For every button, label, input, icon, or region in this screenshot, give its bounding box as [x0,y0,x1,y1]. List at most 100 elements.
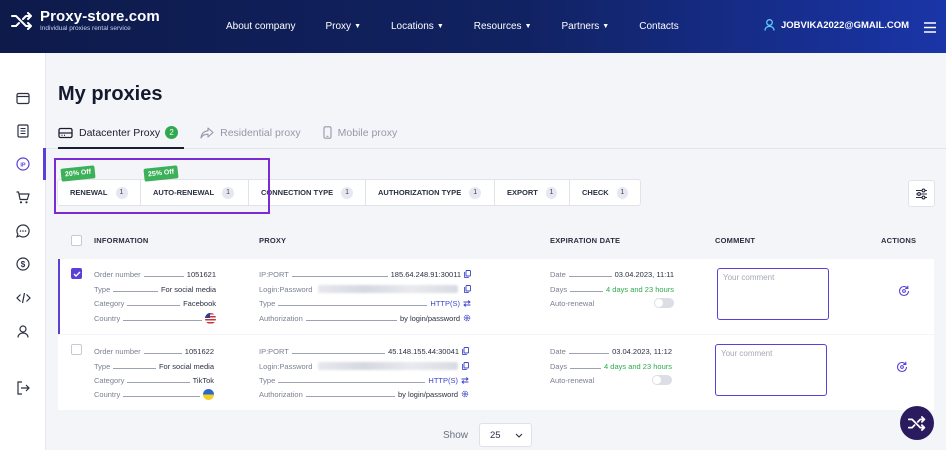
chevron-down-icon [515,433,523,438]
code-icon[interactable] [15,290,31,306]
header-comment: COMMENT [715,236,756,245]
logout-icon[interactable] [15,380,31,396]
copy-icon[interactable] [462,362,469,370]
svg-text:IP: IP [20,162,26,168]
chat-icon[interactable] [15,223,31,239]
authorization-field: Authorization by login/password [259,313,471,323]
copy-icon[interactable] [462,347,469,355]
row-checkbox[interactable] [71,344,82,355]
check-button[interactable]: CHECK 1 [570,180,640,205]
ip-port-field: IP:PORT 185.64.248.91:30011 [259,269,471,279]
export-button[interactable]: EXPORT 1 [495,180,570,205]
shuffle-icon [908,415,926,431]
chevron-down-icon: ▼ [354,23,361,30]
authorization-type-button[interactable]: AUTHORIZATION TYPE 1 [366,180,495,205]
refresh-settings-icon[interactable] [898,285,910,297]
sliders-icon [916,188,927,199]
authorization-field: Authorization by login/password [259,389,469,399]
tab-datacenter-proxy[interactable]: Datacenter Proxy 2 [58,126,179,139]
header-actions: ACTIONS [881,236,917,245]
proxy-type-field: Type HTTP(S) [259,375,469,385]
logo[interactable]: Proxy-store.com Individual proxies renta… [10,9,160,33]
page-size-label: Show [443,430,469,441]
nav-contacts[interactable]: Contacts [639,21,678,32]
wallet-icon[interactable] [15,90,31,106]
nav-partners[interactable]: Partners ▼ [562,21,610,32]
expiration-date-field: Date 03.04.2023, 11:11 [550,269,674,279]
user-account[interactable]: JOBVIKA2022@GMAIL.COM [764,19,909,31]
cart-icon[interactable] [15,189,31,205]
top-header: Proxy-store.com Individual proxies renta… [0,0,946,53]
proxy-tabs: Datacenter Proxy 2 Residential proxy Mob… [58,126,419,139]
shuffle-chat-button[interactable] [900,406,934,440]
user-icon[interactable] [15,323,31,339]
masked-credentials [318,285,459,293]
row-checkbox[interactable] [71,268,82,279]
us-flag-icon [205,312,216,324]
header-expiration-date: EXPIRATION DATE [550,236,621,245]
shuffle-logo-icon [10,9,34,33]
chevron-down-icon: ▼ [602,23,610,30]
count-badge: 1 [616,186,628,199]
table-row: Order number 1051622 Type For social media… [58,335,934,410]
tab-label: Mobile proxy [337,126,398,139]
nav-proxy[interactable]: Proxy ▼ [326,21,362,32]
ip-icon[interactable]: IP [15,156,31,172]
country-field: Country [94,312,216,324]
page-size-select[interactable]: 25 [479,423,532,447]
tab-label: Datacenter Proxy [79,126,161,139]
auto-renewal-toggle[interactable] [652,375,672,385]
check-icon [73,271,80,277]
type-field: Type For social media [94,284,216,294]
tab-label: Residential proxy [220,126,301,139]
header-proxy: PROXY [259,236,287,245]
user-email: JOBVIKA2022@GMAIL.COM [781,19,910,31]
phone-icon [323,126,332,139]
menu-icon[interactable] [924,20,936,38]
sidebar-active-indicator [43,148,46,180]
nav-resources[interactable]: Resources ▼ [474,21,532,32]
user-icon [764,19,775,31]
masked-credentials [318,362,459,370]
comment-input[interactable]: Your comment [715,344,827,396]
page-title: My proxies [58,83,163,105]
dollar-icon[interactable]: $ [15,256,31,272]
highlight-frame [54,158,270,214]
country-field: Country [94,388,214,400]
type-field: Type For social media [94,361,214,371]
tab-residential-proxy[interactable]: Residential proxy [200,127,301,139]
svg-text:$: $ [21,260,26,269]
nav-about-company[interactable]: About company [226,21,296,32]
swap-icon[interactable] [463,299,471,307]
gear-icon[interactable] [463,314,471,322]
auto-renewal-field: Auto-renewal [550,298,674,308]
copy-icon[interactable] [464,285,471,293]
count-badge: 1 [545,186,557,199]
tab-mobile-proxy[interactable]: Mobile proxy [323,126,398,139]
page-size-value: 25 [490,429,501,441]
sidebar: IP $ [0,53,46,450]
tab-count-badge: 2 [165,126,179,139]
login-password-field: Login:Password [259,284,471,294]
brand-name: Proxy-store.com [40,8,160,25]
document-icon[interactable] [15,123,31,139]
ua-flag-icon [203,388,214,400]
share-icon [200,126,214,139]
chevron-down-icon: ▼ [524,23,532,30]
nav-locations[interactable]: Locations ▼ [391,21,444,32]
active-tab-indicator [58,147,184,149]
filter-settings-button[interactable] [908,180,935,207]
button-label: AUTHORIZATION TYPE [378,188,462,197]
comment-input[interactable]: Your comment [717,268,829,320]
swap-icon[interactable] [461,376,469,384]
count-badge: 1 [469,186,482,199]
days-left-field: Days 4 days and 23 hours [550,284,674,294]
auto-renewal-toggle[interactable] [654,298,674,308]
refresh-settings-icon[interactable] [896,361,908,373]
button-label: CONNECTION TYPE [261,188,334,197]
copy-icon[interactable] [464,270,471,278]
select-all-checkbox[interactable] [71,235,82,246]
gear-icon[interactable] [461,390,469,398]
login-password-field: Login:Password [259,361,469,371]
button-label: CHECK [582,188,609,197]
